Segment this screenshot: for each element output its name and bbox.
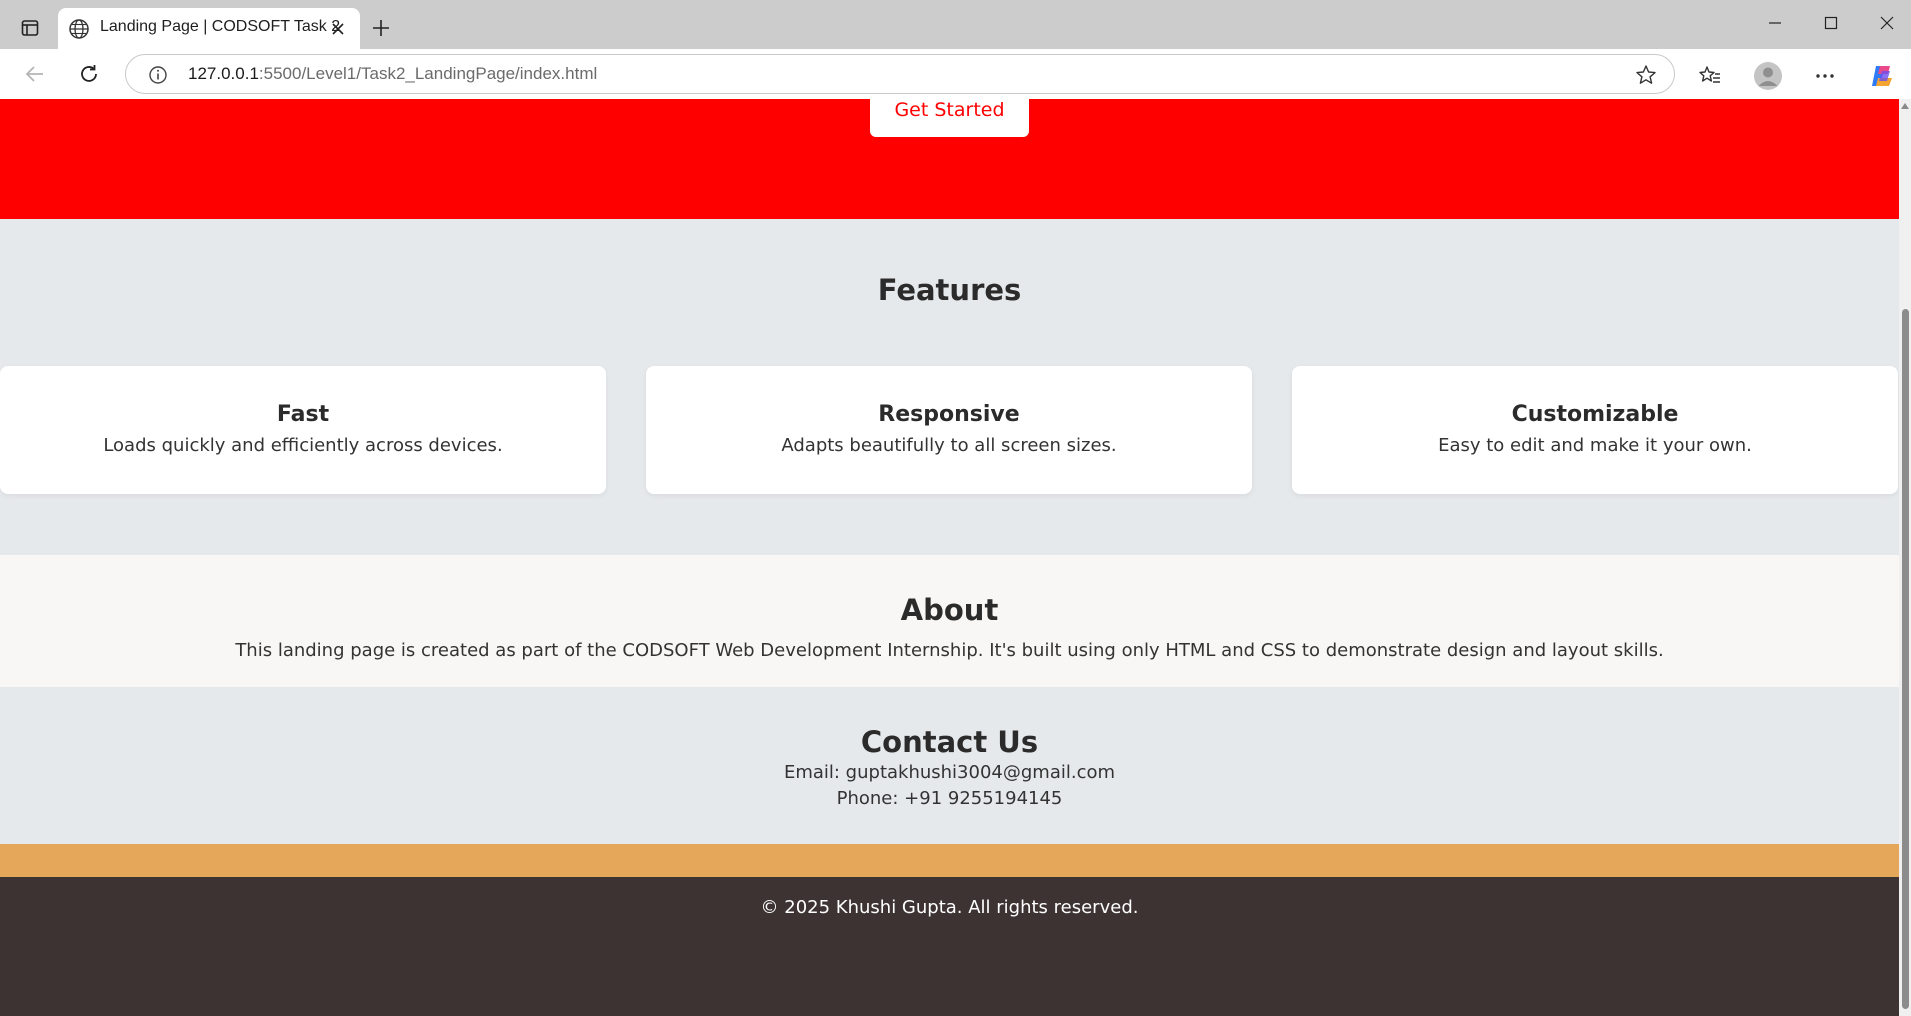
feature-card-text: Adapts beautifully to all screen sizes. bbox=[781, 435, 1117, 456]
url-path: :5500/Level1/Task2_LandingPage/index.htm… bbox=[258, 64, 598, 83]
minimize-icon[interactable] bbox=[1752, 8, 1798, 38]
contact-title: Contact Us bbox=[860, 725, 1039, 759]
contact-email: Email: guptakhushi3004@gmail.com bbox=[783, 762, 1116, 783]
url-text[interactable]: 127.0.0.1:5500/Level1/Task2_LandingPage/… bbox=[188, 64, 597, 84]
footer: © 2025 Khushi Gupta. All rights reserved… bbox=[0, 877, 1899, 1016]
more-icon[interactable] bbox=[1809, 60, 1841, 92]
scroll-up-icon[interactable] bbox=[1901, 103, 1909, 109]
tab-title: Landing Page | CODSOFT Task 2 bbox=[100, 18, 341, 35]
profile-icon[interactable] bbox=[1752, 60, 1784, 92]
feature-card-title: Fast bbox=[276, 402, 330, 427]
about-text: This landing page is created as part of … bbox=[235, 640, 1664, 661]
feature-card-title: Responsive bbox=[878, 402, 1020, 427]
feature-card-text: Loads quickly and efficiently across dev… bbox=[103, 435, 503, 456]
browser-toolbar: 127.0.0.1:5500/Level1/Task2_LandingPage/… bbox=[0, 49, 1911, 99]
info-icon[interactable] bbox=[146, 63, 170, 87]
favorites-icon[interactable] bbox=[1694, 60, 1726, 92]
hero-section: Get Started bbox=[0, 99, 1899, 219]
tab-actions-icon[interactable] bbox=[16, 14, 44, 42]
features-section: Features Fast Loads quickly and efficien… bbox=[0, 219, 1899, 555]
contact-phone: Phone: +91 9255194145 bbox=[836, 788, 1063, 809]
copilot-icon[interactable] bbox=[1866, 60, 1898, 92]
address-bar[interactable]: 127.0.0.1:5500/Level1/Task2_LandingPage/… bbox=[125, 54, 1675, 94]
refresh-icon[interactable] bbox=[72, 57, 106, 91]
footer-accent-band bbox=[0, 844, 1899, 877]
feature-card-title: Customizable bbox=[1511, 402, 1679, 427]
about-title: About bbox=[900, 593, 999, 627]
window-close-icon[interactable] bbox=[1864, 8, 1910, 38]
star-icon[interactable] bbox=[1634, 63, 1658, 87]
url-host: 127.0.0.1 bbox=[188, 64, 259, 83]
maximize-icon[interactable] bbox=[1808, 8, 1854, 38]
page-viewport: Get Started Features Fast Loads quickly … bbox=[0, 99, 1899, 1016]
contact-section: Contact Us Email: guptakhushi3004@gmail.… bbox=[0, 687, 1899, 844]
vertical-scrollbar[interactable] bbox=[1899, 99, 1911, 1016]
features-title: Features bbox=[877, 273, 1022, 307]
feature-card-fast: Fast Loads quickly and efficiently acros… bbox=[0, 366, 606, 494]
about-section: About This landing page is created as pa… bbox=[0, 555, 1899, 687]
globe-icon bbox=[68, 18, 90, 40]
feature-card-text: Easy to edit and make it your own. bbox=[1438, 435, 1752, 456]
feature-card-responsive: Responsive Adapts beautifully to all scr… bbox=[646, 366, 1252, 494]
footer-copyright: © 2025 Khushi Gupta. All rights reserved… bbox=[760, 897, 1139, 918]
feature-card-customizable: Customizable Easy to edit and make it yo… bbox=[1292, 366, 1898, 494]
active-tab[interactable]: Landing Page | CODSOFT Task 2 bbox=[58, 8, 360, 49]
plus-icon[interactable] bbox=[366, 13, 396, 43]
get-started-button[interactable]: Get Started bbox=[870, 99, 1029, 137]
back-icon[interactable] bbox=[18, 57, 52, 91]
scroll-thumb[interactable] bbox=[1902, 309, 1909, 1009]
tab-strip: Landing Page | CODSOFT Task 2 bbox=[0, 0, 1911, 49]
close-icon[interactable] bbox=[326, 17, 350, 41]
